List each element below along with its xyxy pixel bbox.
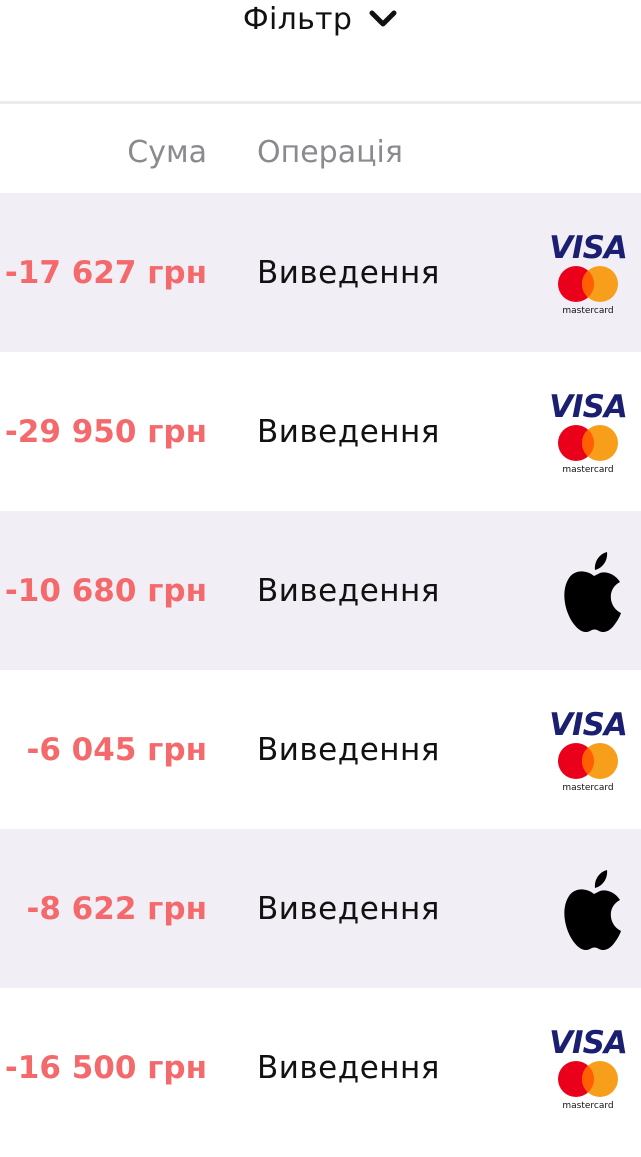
svg-text:mastercard: mastercard [562, 1101, 613, 1111]
transaction-row[interactable]: -16 500 грн Виведення VISA mastercard [0, 988, 641, 1147]
transaction-amount: -29 950 грн [4, 413, 207, 450]
transaction-amount: -10 680 грн [4, 572, 207, 609]
transaction-row[interactable]: -17 627 грн Виведення VISA mastercard [0, 193, 641, 352]
transaction-amount: -17 627 грн [4, 254, 207, 291]
visa-mastercard-logo: VISA mastercard [543, 230, 633, 316]
payment-method [559, 866, 633, 952]
transaction-operation: Виведення [257, 731, 440, 768]
visa-icon: VISA [549, 1025, 628, 1059]
transaction-operation: Виведення [257, 890, 440, 927]
payment-method: VISA mastercard [543, 1025, 633, 1111]
filter-label: Фільтр [242, 1, 353, 37]
filter-bar: Фільтр [0, 0, 641, 104]
visa-icon: VISA [549, 389, 628, 423]
visa-mastercard-logo: VISA mastercard [543, 707, 633, 793]
svg-text:VISA: VISA [549, 707, 627, 741]
apple-icon [564, 551, 621, 632]
svg-text:VISA: VISA [549, 1025, 627, 1059]
transaction-amount: -8 622 грн [26, 890, 207, 927]
transaction-operation: Виведення [257, 413, 440, 450]
svg-text:VISA: VISA [549, 389, 627, 423]
visa-mastercard-logo: VISA mastercard [543, 389, 633, 475]
mastercard-icon: mastercard [558, 1060, 618, 1111]
payment-method: VISA mastercard [543, 389, 633, 475]
svg-text:VISA: VISA [549, 230, 627, 264]
payment-method: VISA mastercard [543, 707, 633, 793]
transactions-list: -17 627 грн Виведення VISA mastercard -29… [0, 193, 641, 1147]
transaction-row[interactable]: -8 622 грн Виведення [0, 829, 641, 988]
apple-icon [564, 869, 621, 950]
transaction-operation: Виведення [257, 254, 440, 291]
svg-text:mastercard: mastercard [562, 306, 613, 316]
svg-text:mastercard: mastercard [562, 783, 613, 793]
svg-text:mastercard: mastercard [562, 465, 613, 475]
transaction-row[interactable]: -29 950 грн Виведення VISA mastercard [0, 352, 641, 511]
visa-icon: VISA [549, 230, 628, 264]
transaction-row[interactable]: -6 045 грн Виведення VISA mastercard [0, 670, 641, 829]
operation-column-header: Операція [257, 135, 403, 170]
payment-method [559, 548, 633, 634]
visa-mastercard-logo: VISA mastercard [543, 1025, 633, 1111]
payment-method: VISA mastercard [543, 230, 633, 316]
amount-column-header: Сума [127, 135, 207, 170]
mastercard-icon: mastercard [558, 742, 618, 793]
chevron-down-icon [369, 10, 397, 27]
filter-button[interactable]: Фільтр [243, 0, 398, 38]
transaction-operation: Виведення [257, 1049, 440, 1086]
transaction-amount: -16 500 грн [4, 1049, 207, 1086]
table-header: Сума Операція [0, 104, 641, 193]
transaction-row[interactable]: -10 680 грн Виведення [0, 511, 641, 670]
transaction-amount: -6 045 грн [26, 731, 207, 768]
mastercard-icon: mastercard [558, 424, 618, 475]
visa-icon: VISA [549, 707, 628, 741]
mastercard-icon: mastercard [558, 265, 618, 316]
transaction-operation: Виведення [257, 572, 440, 609]
